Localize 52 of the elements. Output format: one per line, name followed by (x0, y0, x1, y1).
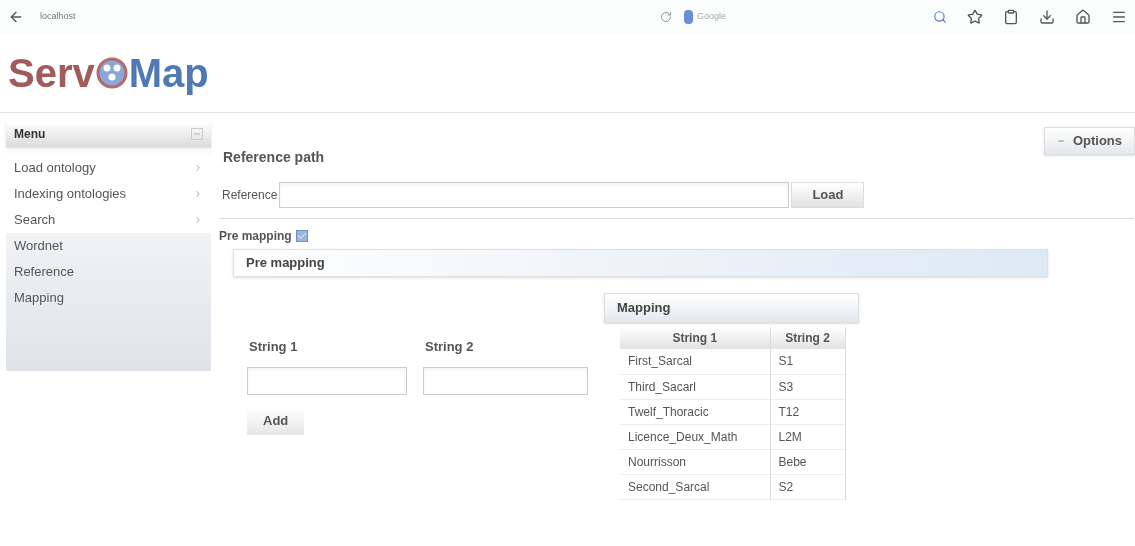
menu-item[interactable]: Load ontology (6, 155, 211, 181)
column-header: String 1 (620, 327, 770, 349)
minus-icon (1056, 137, 1065, 145)
logo-emblem-icon (95, 56, 128, 90)
search-icon[interactable] (933, 10, 947, 24)
menu-item[interactable]: Mapping (6, 285, 211, 311)
menu-item[interactable]: Reference (6, 259, 211, 285)
address-bar[interactable]: localhost (32, 6, 652, 28)
reference-input[interactable] (279, 182, 790, 208)
clipboard-icon[interactable] (1003, 9, 1019, 25)
table-cell: S3 (770, 374, 845, 399)
table-cell: Nourrisson (620, 449, 770, 474)
download-icon[interactable] (1039, 9, 1055, 25)
search-engine-icon (684, 10, 693, 24)
chevron-right-icon (193, 215, 203, 225)
field-label: Reference (222, 187, 278, 204)
logo-text: Map (128, 53, 209, 93)
panel-title: Mapping (617, 299, 671, 318)
bookmark-star-icon[interactable] (967, 9, 983, 25)
table-cell: Licence_Deux_Math (620, 424, 770, 449)
back-icon[interactable] (8, 9, 24, 25)
menu-item[interactable]: Wordnet (6, 233, 211, 259)
table-cell: Twelf_Thoracic (620, 399, 770, 424)
menu-icon[interactable] (1111, 9, 1127, 25)
chevron-right-icon (193, 189, 203, 199)
table-cell: L2M (770, 424, 845, 449)
string-input[interactable] (247, 366, 407, 395)
table-cell: Third_Sacarl (620, 374, 770, 399)
column-header: String 2 (770, 327, 845, 349)
field-label: String 1 (249, 338, 299, 356)
field-label: String 2 (425, 338, 475, 356)
menu-title: Menu (14, 126, 46, 143)
options-button[interactable]: Options (1043, 127, 1135, 155)
home-icon[interactable] (1075, 9, 1091, 25)
panel-header[interactable]: Pre mapping (233, 249, 1048, 277)
table-cell: First_Sarcal (620, 349, 770, 374)
table-cell: Bebe (770, 449, 845, 474)
reload-icon[interactable] (660, 11, 672, 23)
section-heading: Reference path (223, 148, 325, 167)
load-button[interactable]: Load (791, 182, 865, 208)
logo-text: Serv (8, 53, 95, 93)
table-cell: T12 (770, 399, 845, 424)
menu-item[interactable]: Indexing ontologies (6, 181, 211, 207)
checkbox[interactable] (295, 230, 308, 242)
table-cell: S2 (770, 474, 845, 499)
checkbox-label: Pre mapping (219, 228, 292, 245)
string-input[interactable] (423, 366, 588, 395)
table-cell: Second_Sarcal (620, 474, 770, 499)
table-cell: S1 (770, 349, 845, 374)
menu-item[interactable]: Search (6, 207, 211, 233)
panel-title: Pre mapping (246, 254, 325, 273)
chevron-right-icon (193, 163, 203, 173)
